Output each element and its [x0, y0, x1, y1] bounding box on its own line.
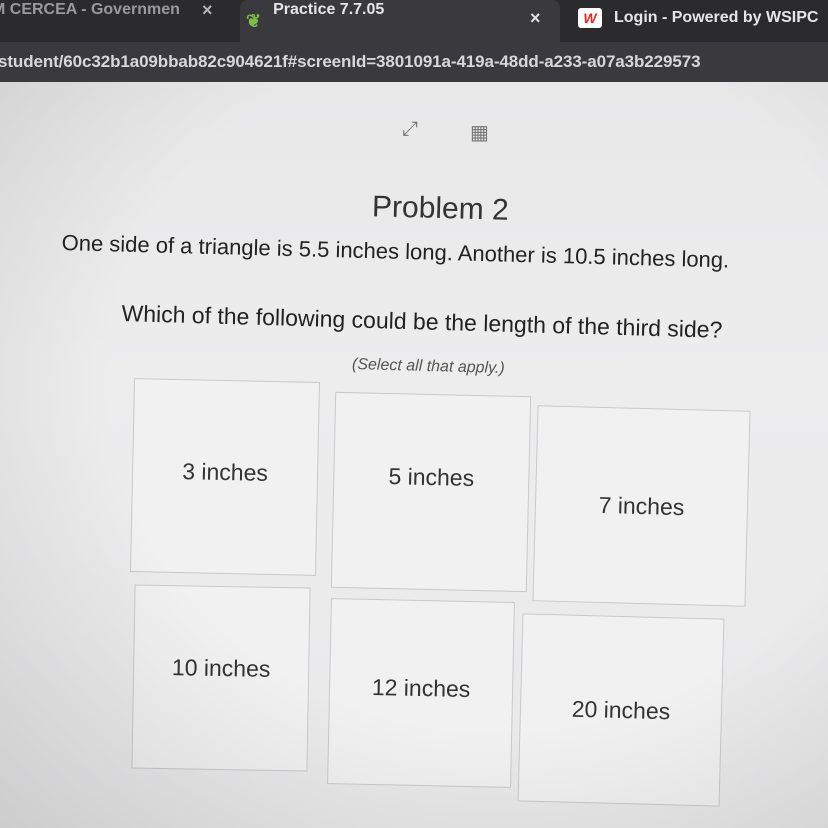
plant-icon: ❦: [246, 10, 262, 31]
choice-label: 20 inches: [571, 695, 671, 724]
address-bar[interactable]: student/60c32b1a09bbab82c904621f#screenI…: [0, 42, 828, 82]
url-text[interactable]: student/60c32b1a09bbab82c904621f#screenI…: [0, 52, 701, 72]
choice-12-inches[interactable]: 12 inches: [327, 598, 515, 788]
tab-practice[interactable]: ❦ Practice 7.7.05 ×: [240, 0, 560, 42]
choice-label: 5 inches: [388, 462, 475, 491]
close-icon[interactable]: ×: [202, 0, 213, 21]
answer-choices: 3 inches 5 inches 7 inches 10 inches 12 …: [0, 82, 828, 828]
tab-title: Practice 7.7.05: [273, 1, 385, 18]
choice-label: 12 inches: [371, 673, 471, 702]
tab-title: M CERCEA - Governmen: [0, 1, 180, 18]
tab-title: Login - Powered by WSIPC: [614, 9, 819, 26]
tab-government[interactable]: M CERCEA - Governmen ×: [0, 0, 240, 42]
wsipc-logo-icon: W: [578, 8, 602, 28]
screen: M CERCEA - Governmen × ❦ Practice 7.7.05…: [0, 0, 828, 828]
choice-10-inches[interactable]: 10 inches: [131, 584, 311, 772]
choice-20-inches[interactable]: 20 inches: [517, 613, 725, 807]
tab-login[interactable]: W Login - Powered by WSIPC: [566, 0, 828, 42]
choice-label: 3 inches: [182, 457, 269, 486]
choice-label: 7 inches: [598, 491, 685, 520]
choice-label: 10 inches: [171, 653, 271, 682]
choice-7-inches[interactable]: 7 inches: [532, 405, 751, 607]
choice-5-inches[interactable]: 5 inches: [330, 391, 532, 593]
lesson-page: ⤢ ▦ Problem 2 One side of a triangle is …: [0, 82, 828, 828]
browser-tab-strip: M CERCEA - Governmen × ❦ Practice 7.7.05…: [0, 0, 828, 42]
choice-3-inches[interactable]: 3 inches: [129, 378, 321, 576]
close-icon[interactable]: ×: [530, 8, 541, 29]
